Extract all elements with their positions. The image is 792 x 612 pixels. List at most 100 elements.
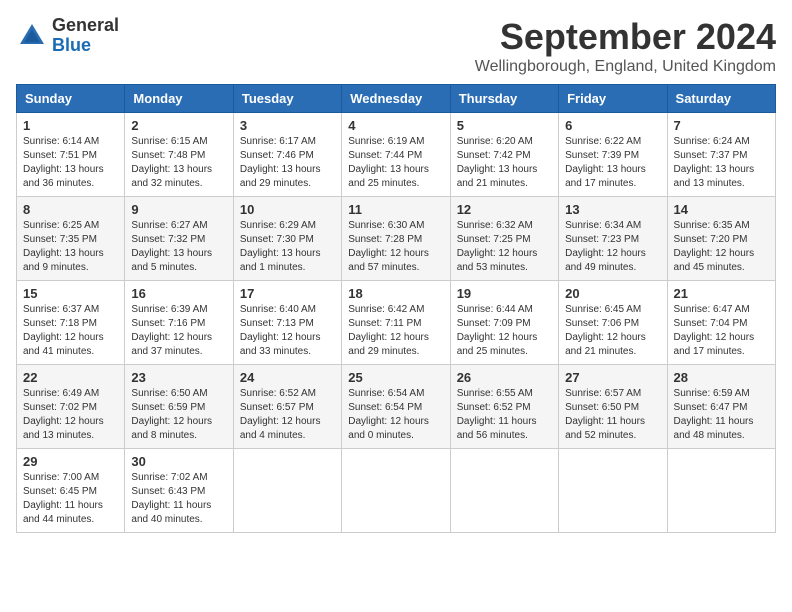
day-number: 22 xyxy=(23,370,118,385)
col-header-saturday: Saturday xyxy=(667,85,775,113)
col-header-tuesday: Tuesday xyxy=(233,85,341,113)
day-number: 23 xyxy=(131,370,226,385)
day-cell: 23 Sunrise: 6:50 AM Sunset: 6:59 PM Dayl… xyxy=(125,365,233,449)
day-info: Sunrise: 6:20 AM Sunset: 7:42 PM Dayligh… xyxy=(457,135,552,191)
day-info: Sunrise: 6:32 AM Sunset: 7:25 PM Dayligh… xyxy=(457,219,552,275)
day-cell: 20 Sunrise: 6:45 AM Sunset: 7:06 PM Dayl… xyxy=(559,281,667,365)
day-info: Sunrise: 6:19 AM Sunset: 7:44 PM Dayligh… xyxy=(348,135,443,191)
day-number: 9 xyxy=(131,202,226,217)
day-info: Sunrise: 6:37 AM Sunset: 7:18 PM Dayligh… xyxy=(23,303,118,359)
logo-icon xyxy=(16,20,48,52)
day-number: 21 xyxy=(674,286,769,301)
day-cell: 3 Sunrise: 6:17 AM Sunset: 7:46 PM Dayli… xyxy=(233,113,341,197)
day-info: Sunrise: 6:25 AM Sunset: 7:35 PM Dayligh… xyxy=(23,219,118,275)
day-cell: 7 Sunrise: 6:24 AM Sunset: 7:37 PM Dayli… xyxy=(667,113,775,197)
day-number: 16 xyxy=(131,286,226,301)
day-cell: 19 Sunrise: 6:44 AM Sunset: 7:09 PM Dayl… xyxy=(450,281,558,365)
day-cell: 11 Sunrise: 6:30 AM Sunset: 7:28 PM Dayl… xyxy=(342,197,450,281)
day-number: 3 xyxy=(240,118,335,133)
day-cell: 4 Sunrise: 6:19 AM Sunset: 7:44 PM Dayli… xyxy=(342,113,450,197)
day-info: Sunrise: 6:40 AM Sunset: 7:13 PM Dayligh… xyxy=(240,303,335,359)
day-number: 2 xyxy=(131,118,226,133)
day-info: Sunrise: 6:24 AM Sunset: 7:37 PM Dayligh… xyxy=(674,135,769,191)
day-number: 19 xyxy=(457,286,552,301)
col-header-friday: Friday xyxy=(559,85,667,113)
day-info: Sunrise: 6:39 AM Sunset: 7:16 PM Dayligh… xyxy=(131,303,226,359)
day-info: Sunrise: 6:52 AM Sunset: 6:57 PM Dayligh… xyxy=(240,387,335,443)
day-cell: 30 Sunrise: 7:02 AM Sunset: 6:43 PM Dayl… xyxy=(125,449,233,533)
day-cell: 15 Sunrise: 6:37 AM Sunset: 7:18 PM Dayl… xyxy=(17,281,125,365)
logo-text: General Blue xyxy=(52,16,119,56)
week-row-1: 1 Sunrise: 6:14 AM Sunset: 7:51 PM Dayli… xyxy=(17,113,776,197)
day-info: Sunrise: 6:45 AM Sunset: 7:06 PM Dayligh… xyxy=(565,303,660,359)
day-number: 25 xyxy=(348,370,443,385)
day-cell: 10 Sunrise: 6:29 AM Sunset: 7:30 PM Dayl… xyxy=(233,197,341,281)
month-title: September 2024 xyxy=(475,16,776,58)
col-header-thursday: Thursday xyxy=(450,85,558,113)
day-info: Sunrise: 6:27 AM Sunset: 7:32 PM Dayligh… xyxy=(131,219,226,275)
day-info: Sunrise: 6:22 AM Sunset: 7:39 PM Dayligh… xyxy=(565,135,660,191)
calendar: SundayMondayTuesdayWednesdayThursdayFrid… xyxy=(16,84,776,533)
day-info: Sunrise: 6:17 AM Sunset: 7:46 PM Dayligh… xyxy=(240,135,335,191)
day-info: Sunrise: 7:02 AM Sunset: 6:43 PM Dayligh… xyxy=(131,471,226,527)
day-info: Sunrise: 6:49 AM Sunset: 7:02 PM Dayligh… xyxy=(23,387,118,443)
week-row-3: 15 Sunrise: 6:37 AM Sunset: 7:18 PM Dayl… xyxy=(17,281,776,365)
day-cell: 28 Sunrise: 6:59 AM Sunset: 6:47 PM Dayl… xyxy=(667,365,775,449)
day-number: 10 xyxy=(240,202,335,217)
logo-blue: Blue xyxy=(52,36,119,56)
day-cell: 17 Sunrise: 6:40 AM Sunset: 7:13 PM Dayl… xyxy=(233,281,341,365)
title-block: September 2024 Wellingborough, England, … xyxy=(475,16,776,76)
day-info: Sunrise: 6:42 AM Sunset: 7:11 PM Dayligh… xyxy=(348,303,443,359)
day-cell: 18 Sunrise: 6:42 AM Sunset: 7:11 PM Dayl… xyxy=(342,281,450,365)
page-header: General Blue September 2024 Wellingborou… xyxy=(16,16,776,76)
day-cell: 9 Sunrise: 6:27 AM Sunset: 7:32 PM Dayli… xyxy=(125,197,233,281)
day-number: 27 xyxy=(565,370,660,385)
day-number: 11 xyxy=(348,202,443,217)
day-cell: 14 Sunrise: 6:35 AM Sunset: 7:20 PM Dayl… xyxy=(667,197,775,281)
col-header-monday: Monday xyxy=(125,85,233,113)
day-cell: 29 Sunrise: 7:00 AM Sunset: 6:45 PM Dayl… xyxy=(17,449,125,533)
day-cell xyxy=(559,449,667,533)
day-cell: 2 Sunrise: 6:15 AM Sunset: 7:48 PM Dayli… xyxy=(125,113,233,197)
day-number: 24 xyxy=(240,370,335,385)
day-number: 7 xyxy=(674,118,769,133)
day-cell: 13 Sunrise: 6:34 AM Sunset: 7:23 PM Dayl… xyxy=(559,197,667,281)
day-number: 12 xyxy=(457,202,552,217)
col-header-sunday: Sunday xyxy=(17,85,125,113)
day-number: 29 xyxy=(23,454,118,469)
day-number: 26 xyxy=(457,370,552,385)
day-number: 14 xyxy=(674,202,769,217)
day-number: 1 xyxy=(23,118,118,133)
week-row-4: 22 Sunrise: 6:49 AM Sunset: 7:02 PM Dayl… xyxy=(17,365,776,449)
day-cell: 16 Sunrise: 6:39 AM Sunset: 7:16 PM Dayl… xyxy=(125,281,233,365)
day-number: 13 xyxy=(565,202,660,217)
day-info: Sunrise: 6:54 AM Sunset: 6:54 PM Dayligh… xyxy=(348,387,443,443)
day-number: 17 xyxy=(240,286,335,301)
week-row-5: 29 Sunrise: 7:00 AM Sunset: 6:45 PM Dayl… xyxy=(17,449,776,533)
day-info: Sunrise: 6:29 AM Sunset: 7:30 PM Dayligh… xyxy=(240,219,335,275)
day-info: Sunrise: 7:00 AM Sunset: 6:45 PM Dayligh… xyxy=(23,471,118,527)
day-cell xyxy=(233,449,341,533)
day-cell xyxy=(667,449,775,533)
week-row-2: 8 Sunrise: 6:25 AM Sunset: 7:35 PM Dayli… xyxy=(17,197,776,281)
day-cell xyxy=(342,449,450,533)
day-cell: 24 Sunrise: 6:52 AM Sunset: 6:57 PM Dayl… xyxy=(233,365,341,449)
day-cell: 12 Sunrise: 6:32 AM Sunset: 7:25 PM Dayl… xyxy=(450,197,558,281)
day-info: Sunrise: 6:47 AM Sunset: 7:04 PM Dayligh… xyxy=(674,303,769,359)
day-info: Sunrise: 6:14 AM Sunset: 7:51 PM Dayligh… xyxy=(23,135,118,191)
day-info: Sunrise: 6:50 AM Sunset: 6:59 PM Dayligh… xyxy=(131,387,226,443)
logo-general: General xyxy=(52,16,119,36)
day-number: 30 xyxy=(131,454,226,469)
day-cell: 5 Sunrise: 6:20 AM Sunset: 7:42 PM Dayli… xyxy=(450,113,558,197)
day-cell xyxy=(450,449,558,533)
day-cell: 21 Sunrise: 6:47 AM Sunset: 7:04 PM Dayl… xyxy=(667,281,775,365)
day-info: Sunrise: 6:15 AM Sunset: 7:48 PM Dayligh… xyxy=(131,135,226,191)
day-cell: 8 Sunrise: 6:25 AM Sunset: 7:35 PM Dayli… xyxy=(17,197,125,281)
logo: General Blue xyxy=(16,16,119,56)
day-number: 6 xyxy=(565,118,660,133)
day-info: Sunrise: 6:59 AM Sunset: 6:47 PM Dayligh… xyxy=(674,387,769,443)
day-number: 8 xyxy=(23,202,118,217)
day-cell: 6 Sunrise: 6:22 AM Sunset: 7:39 PM Dayli… xyxy=(559,113,667,197)
day-cell: 25 Sunrise: 6:54 AM Sunset: 6:54 PM Dayl… xyxy=(342,365,450,449)
day-number: 18 xyxy=(348,286,443,301)
